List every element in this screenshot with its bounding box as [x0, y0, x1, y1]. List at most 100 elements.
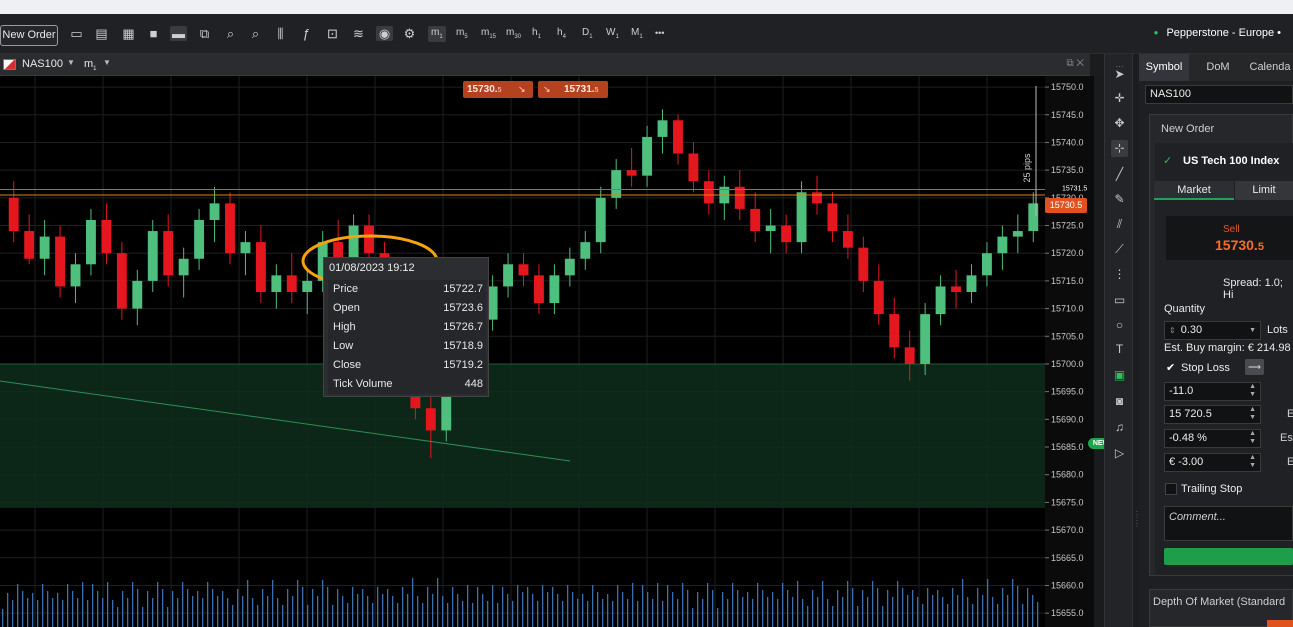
single-chart-icon[interactable]: ■: [145, 26, 162, 41]
cursor-icon[interactable]: ➤: [1111, 66, 1128, 83]
candle-body[interactable]: [116, 253, 127, 309]
tab-dom[interactable]: DoM: [1193, 54, 1243, 81]
stepper-arrows-icon[interactable]: ▲ ▼: [1249, 430, 1256, 446]
candle-body[interactable]: [8, 197, 19, 232]
candle-body[interactable]: [178, 258, 189, 276]
measure-icon[interactable]: ⟋: [1111, 241, 1128, 258]
stepper-arrows-icon[interactable]: ▲ ▼: [1249, 454, 1256, 470]
candle-body[interactable]: [703, 181, 714, 204]
candle-body[interactable]: [858, 247, 869, 281]
timeframe-w1[interactable]: W1: [606, 26, 619, 42]
text-icon[interactable]: T: [1111, 341, 1128, 358]
broker-label[interactable]: ● Pepperstone - Europe •: [1154, 27, 1281, 39]
candle-body[interactable]: [595, 197, 606, 243]
detach-icon[interactable]: ▤: [93, 26, 110, 41]
candle-body[interactable]: [101, 219, 112, 254]
quantity-input[interactable]: ⇕ 0.30 ▼: [1164, 321, 1261, 340]
chart-settings-icon[interactable]: ⧉: [196, 26, 213, 41]
chart-symbol[interactable]: NAS100: [22, 58, 63, 70]
candle-body[interactable]: [425, 408, 436, 431]
candle-body[interactable]: [688, 153, 699, 182]
candle-body[interactable]: [163, 231, 174, 276]
circle-icon[interactable]: ○: [1111, 317, 1128, 334]
candle-body[interactable]: [55, 236, 66, 287]
tab-calendar[interactable]: Calenda: [1247, 54, 1293, 81]
camera-icon[interactable]: ◙: [1111, 393, 1128, 410]
chart-window-icon[interactable]: ▭: [68, 26, 85, 41]
chart-timeframe[interactable]: m1: [84, 58, 97, 72]
timeframe-h1[interactable]: h1: [532, 26, 541, 42]
chevron-down-icon[interactable]: ▼: [1249, 327, 1256, 335]
cbot-icon[interactable]: ⊡: [324, 26, 341, 41]
lots-label[interactable]: Lots: [1267, 324, 1288, 336]
comment-input[interactable]: Comment...: [1164, 506, 1293, 541]
candle-body[interactable]: [255, 242, 266, 292]
candle-body[interactable]: [518, 264, 529, 276]
candle-body[interactable]: [812, 192, 822, 204]
candle-body[interactable]: [194, 219, 205, 259]
move-icon[interactable]: ✥: [1111, 115, 1128, 132]
candle-body[interactable]: [935, 286, 946, 315]
target-zone[interactable]: [0, 363, 1045, 508]
candle-body[interactable]: [487, 286, 498, 320]
candle-body[interactable]: [951, 286, 961, 292]
candle-body[interactable]: [348, 225, 359, 259]
candle-body[interactable]: [209, 203, 220, 220]
rectangle-icon[interactable]: ▭: [1111, 292, 1128, 309]
symbol-input[interactable]: NAS100: [1145, 85, 1293, 104]
candle-body[interactable]: [564, 258, 575, 276]
buy-quote-button[interactable]: ↘ 15731.5: [538, 81, 608, 98]
candle-body[interactable]: [132, 280, 143, 309]
candle-body[interactable]: [580, 242, 591, 259]
candle-body[interactable]: [657, 120, 668, 137]
trendline-icon[interactable]: ╱: [1111, 166, 1128, 183]
timeframe-m15[interactable]: m15: [481, 26, 496, 42]
chevron-down-icon[interactable]: ▼: [67, 58, 75, 67]
chevron-down-icon[interactable]: ▼: [103, 58, 111, 67]
pen-icon[interactable]: ✎: [1111, 191, 1128, 208]
candle-body[interactable]: [827, 203, 838, 232]
candle-body[interactable]: [997, 236, 1008, 254]
candle-body[interactable]: [503, 264, 513, 287]
trailing-stop-checkbox[interactable]: [1165, 483, 1177, 495]
candle-body[interactable]: [626, 170, 637, 176]
candle-body[interactable]: [765, 225, 776, 232]
candle-body[interactable]: [889, 314, 900, 348]
timeframe-m30[interactable]: m30: [506, 26, 521, 42]
crosshair-icon[interactable]: ✛: [1111, 90, 1128, 107]
tab-symbol[interactable]: Symbol: [1139, 54, 1189, 81]
stop-loss-pips-input[interactable]: -11.0 ▲ ▼: [1164, 382, 1261, 401]
stop-loss-price-input[interactable]: 15 720.5 ▲ ▼: [1164, 405, 1261, 424]
candle-body[interactable]: [70, 264, 81, 287]
timeframe-m5[interactable]: m5: [456, 26, 468, 42]
chart-type-icon[interactable]: ⫼: [272, 26, 289, 41]
stop-loss-checkbox[interactable]: ✔: [1166, 361, 1175, 374]
template-icon[interactable]: ⚙: [401, 26, 418, 41]
sell-quote-button[interactable]: 15730.5 ↘: [463, 81, 533, 98]
multi-chart-icon[interactable]: ▦: [120, 26, 137, 41]
stop-loss-percent-input[interactable]: -0.48 % ▲ ▼: [1164, 429, 1261, 448]
candle-body[interactable]: [534, 275, 544, 304]
stop-loss-mode-toggle[interactable]: ⟶: [1245, 359, 1264, 375]
more-timeframes[interactable]: •••: [655, 26, 664, 42]
candle-body[interactable]: [364, 225, 374, 254]
candle-body[interactable]: [750, 208, 761, 232]
stepper-icon[interactable]: ⇕: [1169, 326, 1176, 335]
place-order-button[interactable]: [1164, 548, 1293, 565]
candle-body[interactable]: [240, 242, 251, 254]
candle-body[interactable]: [642, 136, 653, 176]
zoom-in-icon[interactable]: ⌕: [222, 26, 239, 41]
candle-body[interactable]: [873, 280, 884, 315]
candle-body[interactable]: [981, 253, 992, 276]
candle-body[interactable]: [1012, 231, 1023, 237]
candle-body[interactable]: [673, 120, 683, 154]
eye-icon[interactable]: ◉: [376, 26, 393, 41]
candle-body[interactable]: [86, 219, 96, 265]
price-chart[interactable]: 15750.015745.015740.015735.015730.015725…: [0, 76, 1104, 627]
candle-body[interactable]: [286, 275, 297, 292]
timeframe-m1[interactable]: m1: [428, 26, 446, 42]
candle-body[interactable]: [966, 275, 977, 292]
layout-icon[interactable]: ▬: [170, 26, 187, 41]
fibonacci-icon[interactable]: ⫽: [1111, 216, 1128, 233]
candle-body[interactable]: [920, 314, 931, 364]
